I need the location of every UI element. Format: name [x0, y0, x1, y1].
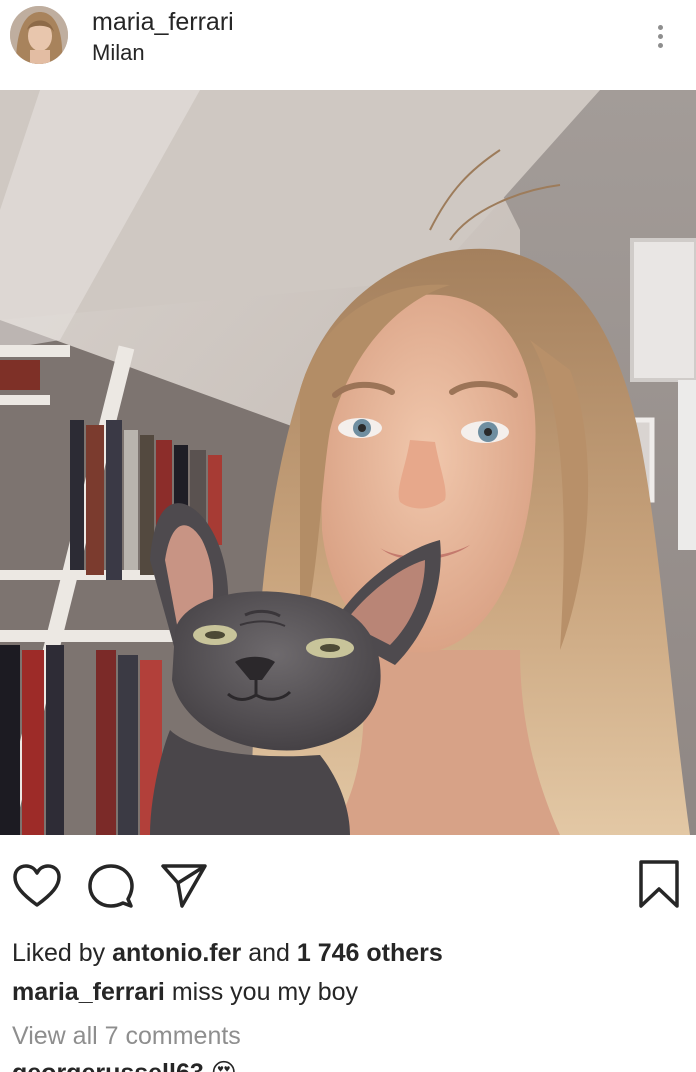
comment-username[interactable]: georgerussell63	[12, 1059, 204, 1072]
photo-illustration	[0, 90, 696, 835]
post-location[interactable]: Milan	[92, 40, 145, 66]
post-author-username[interactable]: maria_ferrari	[92, 8, 234, 37]
avatar-image	[10, 6, 68, 64]
post-header: maria_ferrari Milan	[0, 0, 696, 90]
heart-icon[interactable]	[12, 863, 62, 909]
more-options-button[interactable]	[646, 16, 674, 56]
post-action-bar	[0, 835, 696, 935]
more-vertical-icon	[657, 42, 663, 48]
avatar[interactable]	[10, 6, 68, 64]
heart-eyes-emoji: 😍	[211, 1059, 237, 1072]
bookmark-icon[interactable]	[638, 859, 680, 909]
more-vertical-icon	[657, 33, 663, 39]
comment-preview: georgerussell63 😍	[12, 1058, 237, 1072]
likes-prefix: Liked by	[12, 939, 106, 967]
caption-text: miss you my boy	[171, 978, 359, 1006]
likes-summary[interactable]: Liked by antonio.fer and 1 746 others	[12, 939, 443, 968]
caption-username[interactable]: maria_ferrari	[12, 978, 165, 1006]
likes-connector: and	[248, 939, 290, 967]
send-icon[interactable]	[160, 863, 208, 909]
likes-others-count[interactable]: 1 746 others	[297, 939, 443, 967]
more-vertical-icon	[657, 24, 663, 30]
view-all-comments-link[interactable]: View all 7 comments	[12, 1022, 241, 1051]
post-caption: maria_ferrari miss you my boy	[12, 978, 358, 1007]
instagram-post: maria_ferrari Milan Liked by antonio.fer…	[0, 0, 696, 1072]
post-photo[interactable]	[0, 90, 696, 835]
comment-icon[interactable]	[88, 863, 134, 909]
liker-username[interactable]: antonio.fer	[112, 939, 241, 967]
